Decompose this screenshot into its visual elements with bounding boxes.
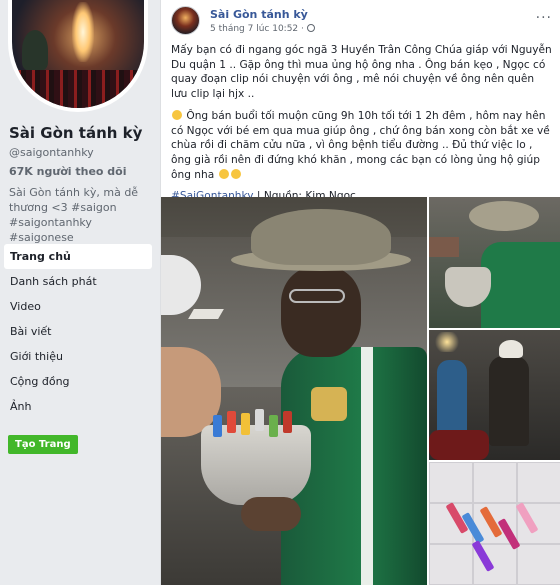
- candy-item: [283, 411, 292, 433]
- post-paragraph-1: Mấy bạn có đi ngang góc ngã 3 Huyền Trân…: [171, 44, 552, 101]
- nav-item-home[interactable]: Trang chủ: [4, 244, 152, 269]
- nav-item-playlists[interactable]: Danh sách phát: [4, 269, 152, 294]
- candy-item: [241, 413, 250, 435]
- post-timestamp[interactable]: 5 tháng 7 lúc 10:52 ·: [210, 24, 315, 34]
- candy-item: [227, 411, 236, 433]
- candy-item: [213, 415, 222, 437]
- post-author-name[interactable]: Sài Gòn tánh kỳ: [210, 8, 308, 21]
- floor-tile: [473, 462, 517, 503]
- nav-item-videos[interactable]: Video: [4, 294, 152, 319]
- sad-emoji-icon: [218, 168, 229, 179]
- follower-count: 67K người theo dõi: [9, 165, 127, 178]
- photo-grid: [161, 197, 560, 585]
- hat-shape: [469, 201, 539, 231]
- nav-item-posts[interactable]: Bài viết: [4, 319, 152, 344]
- face-shape: [281, 267, 361, 357]
- page-sidebar: Sài Gòn tánh kỳ @saigontanhky 67K người …: [0, 0, 158, 585]
- post-paragraph-2-wrap: Ông bán buổi tối muộn cũng 9h 10h tối tớ…: [171, 109, 553, 183]
- person-shape: [437, 360, 467, 440]
- nav-item-about[interactable]: Giới thiệu: [4, 344, 152, 369]
- firework-spark: [72, 2, 94, 62]
- page-handle[interactable]: @saigontanhky: [9, 146, 94, 159]
- person-shape: [489, 356, 529, 446]
- page-bio: Sài Gòn tánh kỳ, mà dễ thương <3 #saigon…: [9, 186, 139, 244]
- floor-tile: [429, 544, 473, 585]
- post-body: Mấy bạn có đi ngang góc ngã 3 Huyền Trân…: [171, 43, 553, 211]
- floor-tile: [429, 462, 473, 503]
- globe-icon: [306, 24, 315, 32]
- tree-shape: [22, 30, 48, 70]
- crowd-shape: [12, 70, 144, 108]
- post-timestamp-text[interactable]: 5 tháng 7 lúc 10:52 ·: [210, 24, 304, 34]
- post-card: Sài Gòn tánh kỳ 5 tháng 7 lúc 10:52 · ··…: [160, 0, 560, 585]
- candy-basket: [201, 425, 311, 505]
- more-options-icon[interactable]: ···: [536, 10, 552, 26]
- hat-shape: [251, 209, 391, 265]
- nav-item-photos[interactable]: Ảnh: [4, 394, 152, 419]
- road-stripe: [188, 309, 224, 319]
- glasses-shape: [289, 289, 345, 303]
- candy-item: [269, 415, 278, 437]
- page-nav: Trang chủ Danh sách phát Video Bài viết …: [4, 244, 152, 419]
- page-title[interactable]: Sài Gòn tánh kỳ: [9, 124, 142, 142]
- jacket-shape: [481, 242, 560, 328]
- sad-emoji-icon: [230, 168, 241, 179]
- photo-bottom-right[interactable]: [429, 462, 560, 585]
- jacket-stripe: [361, 347, 373, 585]
- post-author-avatar[interactable]: [171, 6, 200, 35]
- hand-shape: [241, 497, 301, 531]
- create-page-button[interactable]: Tạo Trang: [8, 435, 78, 454]
- jacket-patch: [311, 387, 347, 421]
- photo-top-right[interactable]: [429, 197, 560, 328]
- page-profile-picture[interactable]: [8, 0, 148, 112]
- floor-tile: [517, 544, 560, 585]
- floor-tile: [517, 462, 560, 503]
- motorbike-shape: [429, 430, 489, 460]
- helmet-shape: [499, 340, 523, 358]
- arm-shape: [429, 237, 459, 257]
- nav-item-community[interactable]: Cộng đồng: [4, 369, 152, 394]
- candy-item: [255, 409, 264, 431]
- street-lamp-glow: [433, 332, 461, 352]
- sad-emoji-icon: [172, 109, 182, 120]
- photo-middle-right[interactable]: [429, 330, 560, 460]
- photo-main[interactable]: [161, 197, 427, 585]
